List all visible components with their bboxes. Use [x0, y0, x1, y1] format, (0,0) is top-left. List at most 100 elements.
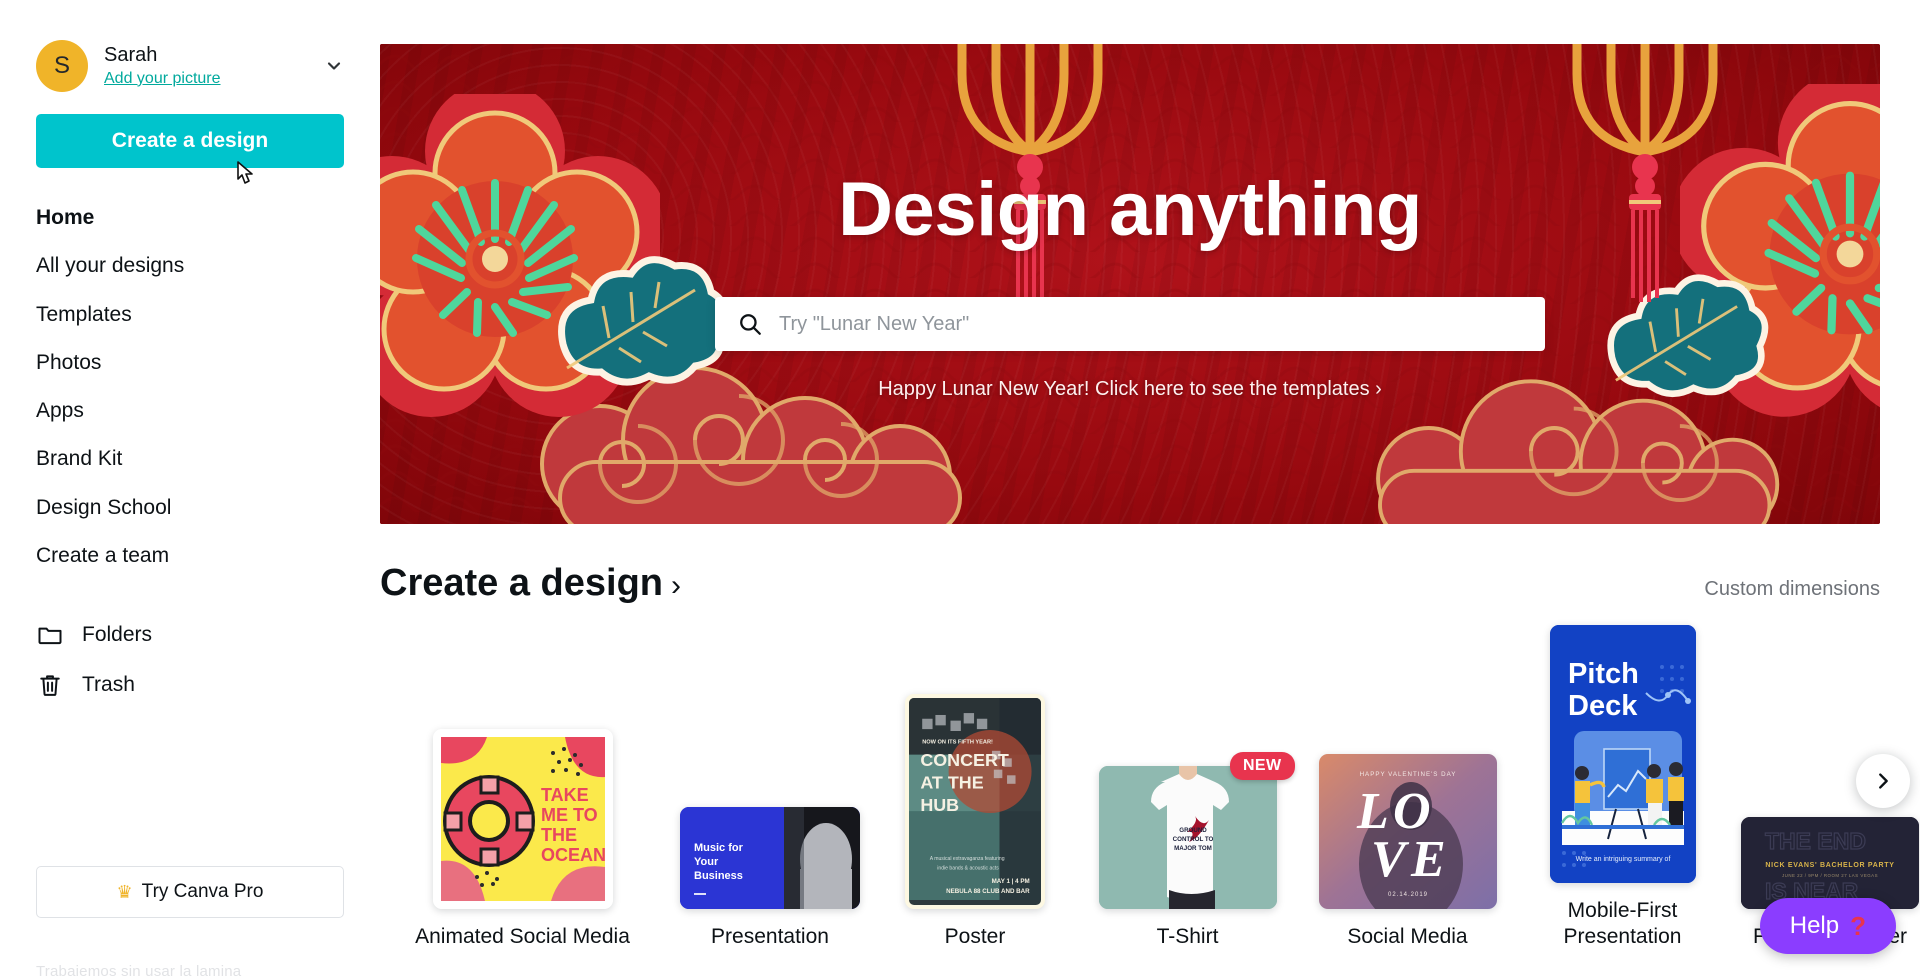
design-card-social-media[interactable]: HAPPY VALENTINE'S DAY LO VE 02.14.2019 S… — [1300, 753, 1515, 950]
search-icon — [740, 314, 761, 335]
svg-text:THE: THE — [541, 825, 577, 845]
footer-ghost-text: Trabajemos sin usar la lamina — [36, 963, 242, 976]
crown-icon: ♛ — [116, 881, 133, 902]
facebook-cover-art: THE END IS NEAR NICK EVANS' BACHELOR PAR… — [1741, 816, 1919, 909]
svg-text:Music for: Music for — [694, 842, 744, 854]
svg-text:A musical extravaganza featuri: A musical extravaganza featuring — [930, 856, 1005, 862]
poster-art: NOW ON ITS FIFTH YEAR! CONCERTAT THEHUB … — [909, 697, 1041, 901]
try-canva-pro-label: Try Canva Pro — [141, 881, 264, 902]
question-mark-icon: ? — [1850, 910, 1866, 941]
new-badge: NEW — [1229, 751, 1295, 780]
svg-text:HUB: HUB — [920, 795, 959, 815]
svg-text:Business: Business — [694, 870, 743, 882]
trash-label: Trash — [82, 673, 135, 696]
main-content: Design anything Happy Lunar New Year! Cl… — [380, 0, 1920, 976]
create-a-design-button[interactable]: Create a design — [36, 114, 344, 168]
svg-text:CONTROL TO: CONTROL TO — [1172, 836, 1213, 843]
svg-text:MAJOR TOM: MAJOR TOM — [1174, 845, 1212, 852]
design-card-mobile-first-presentation[interactable]: Pitch Deck Write an intriguing summary o… — [1515, 624, 1730, 951]
svg-text:NOW ON ITS FIFTH YEAR!: NOW ON ITS FIFTH YEAR! — [922, 739, 993, 745]
carousel-next-button[interactable] — [1856, 754, 1910, 808]
svg-text:GROUND: GROUND — [1179, 827, 1207, 834]
sidebar-item-create-a-team[interactable]: Create a team — [36, 532, 344, 580]
sidebar-item-apps[interactable]: Apps — [36, 387, 344, 435]
mobile-first-presentation-art: PitchDeck Write an intriguing summary of — [1549, 624, 1696, 883]
t-shirt-art: GROUND CONTROL TO MAJOR TOM — [1098, 765, 1277, 909]
add-picture-link[interactable]: Add your picture — [104, 70, 221, 88]
svg-text:THE END: THE END — [1765, 828, 1866, 854]
sidebar-item-home[interactable]: Home — [36, 194, 344, 242]
section-title-arrow: › — [671, 569, 681, 602]
custom-dimensions-link[interactable]: Custom dimensions — [1704, 578, 1880, 601]
section-title-text: Create a design — [380, 562, 663, 604]
design-card-t-shirt[interactable]: NEW GROUND CONTROL TO MAJOR TOM T-Shirt — [1075, 751, 1300, 950]
create-design-section-header: Create a design › Custom dimensions — [380, 562, 1880, 605]
search-bar[interactable] — [715, 297, 1545, 351]
animated-social-media-art: TAKEME TO THEOCEAN — [432, 728, 613, 909]
card-thumbnail: THE END IS NEAR NICK EVANS' BACHELOR PAR… — [1741, 816, 1919, 909]
search-input[interactable] — [779, 312, 1523, 336]
sidebar-item-trash[interactable]: Trash — [36, 660, 344, 710]
card-label: T-Shirt — [1156, 924, 1219, 948]
primary-nav: Home All your designs Templates Photos A… — [36, 194, 344, 580]
card-label: Poster — [944, 924, 1006, 948]
card-thumbnail: GROUND CONTROL TO MAJOR TOM — [1098, 765, 1277, 909]
folders-label: Folders — [82, 623, 153, 646]
svg-text:TAKE: TAKE — [541, 785, 589, 805]
design-type-carousel[interactable]: TAKE ME TO THE OCEAN Animated Social Media — [380, 620, 1920, 950]
hero-content: Design anything Happy Lunar New Year! Cl… — [380, 44, 1880, 524]
chevron-right-icon — [1879, 773, 1888, 789]
avatar: S — [36, 40, 88, 92]
sidebar-item-photos[interactable]: Photos — [36, 339, 344, 387]
help-label: Help — [1789, 912, 1840, 939]
design-card-animated-social-media[interactable]: TAKE ME TO THE OCEAN Animated Social Media — [380, 728, 665, 950]
try-canva-pro-button[interactable]: ♛ Try Canva Pro — [36, 866, 344, 918]
card-thumbnail: TAKE ME TO THE OCEAN — [432, 728, 613, 909]
sidebar-item-brand-kit[interactable]: Brand Kit — [36, 435, 344, 483]
sidebar: S Sarah Add your picture Create a design… — [0, 0, 380, 976]
card-thumbnail: HAPPY VALENTINE'S DAY LO VE 02.14.2019 — [1318, 753, 1497, 909]
folder-icon — [38, 627, 62, 645]
help-button[interactable]: Help ? — [1759, 898, 1896, 954]
create-design-section-title[interactable]: Create a design › — [380, 562, 681, 605]
profile-text: Sarah Add your picture — [104, 44, 324, 88]
svg-text:Write an intriguing summary of: Write an intriguing summary of — [1575, 856, 1670, 863]
svg-text:Deck: Deck — [1568, 690, 1638, 722]
profile-name: Sarah — [104, 43, 158, 66]
svg-text:OCEAN: OCEAN — [541, 845, 606, 865]
design-card-presentation[interactable]: Music for Your Business Presentation — [665, 806, 875, 950]
sidebar-item-folders[interactable]: Folders — [36, 610, 344, 660]
svg-text:V: V — [1371, 831, 1410, 888]
hero-banner: Design anything Happy Lunar New Year! Cl… — [380, 44, 1880, 524]
sidebar-item-all-your-designs[interactable]: All your designs — [36, 242, 344, 290]
profile-menu[interactable]: S Sarah Add your picture — [36, 0, 344, 96]
svg-text:HAPPY VALENTINE'S DAY: HAPPY VALENTINE'S DAY — [1359, 771, 1456, 778]
svg-text:ME TO: ME TO — [541, 805, 598, 825]
card-thumbnail: NOW ON ITS FIFTH YEAR! CONCERT AT THE HUB … — [905, 693, 1045, 909]
svg-text:CONCERT: CONCERT — [920, 750, 1009, 770]
svg-text:02.14.2019: 02.14.2019 — [1387, 892, 1427, 898]
trash-icon — [40, 675, 60, 696]
canva-home-page: S Sarah Add your picture Create a design… — [0, 0, 1920, 976]
svg-text:Pitch: Pitch — [1568, 658, 1639, 690]
card-thumbnail: Pitch Deck Write an intriguing summary o… — [1549, 624, 1696, 883]
svg-text:NEBULA 88 CLUB AND BAR: NEBULA 88 CLUB AND BAR — [946, 888, 1030, 895]
sidebar-item-templates[interactable]: Templates — [36, 291, 344, 339]
sidebar-item-design-school[interactable]: Design School — [36, 484, 344, 532]
social-media-art: HAPPY VALENTINE'S DAY LO VE 02.14.2019 — [1318, 753, 1497, 909]
secondary-nav: Folders Trash — [36, 610, 344, 710]
lunar-new-year-promo-link[interactable]: Happy Lunar New Year! Click here to see … — [878, 378, 1382, 401]
hero-title: Design anything — [838, 167, 1422, 252]
svg-text:MAY 1 | 4 PM: MAY 1 | 4 PM — [992, 878, 1030, 885]
svg-text:indie bands & acoustic acts: indie bands & acoustic acts — [937, 865, 999, 871]
svg-text:NICK EVANS' BACHELOR PARTY: NICK EVANS' BACHELOR PARTY — [1765, 862, 1894, 869]
card-label: Social Media — [1347, 924, 1468, 948]
card-thumbnail: Music for Your Business — [680, 806, 860, 909]
presentation-art: Music for Your Business — [680, 806, 860, 909]
card-label: Animated Social Media — [415, 924, 630, 948]
card-label: Presentation — [711, 924, 829, 948]
card-label: Mobile-First Presentation — [1563, 898, 1682, 948]
design-card-poster[interactable]: NOW ON ITS FIFTH YEAR! CONCERT AT THE HUB … — [875, 693, 1075, 950]
svg-text:JUNE 22 / 9PM / ROOM 27 LAS VE: JUNE 22 / 9PM / ROOM 27 LAS VEGAS — [1782, 873, 1878, 878]
chevron-down-icon — [327, 62, 341, 70]
